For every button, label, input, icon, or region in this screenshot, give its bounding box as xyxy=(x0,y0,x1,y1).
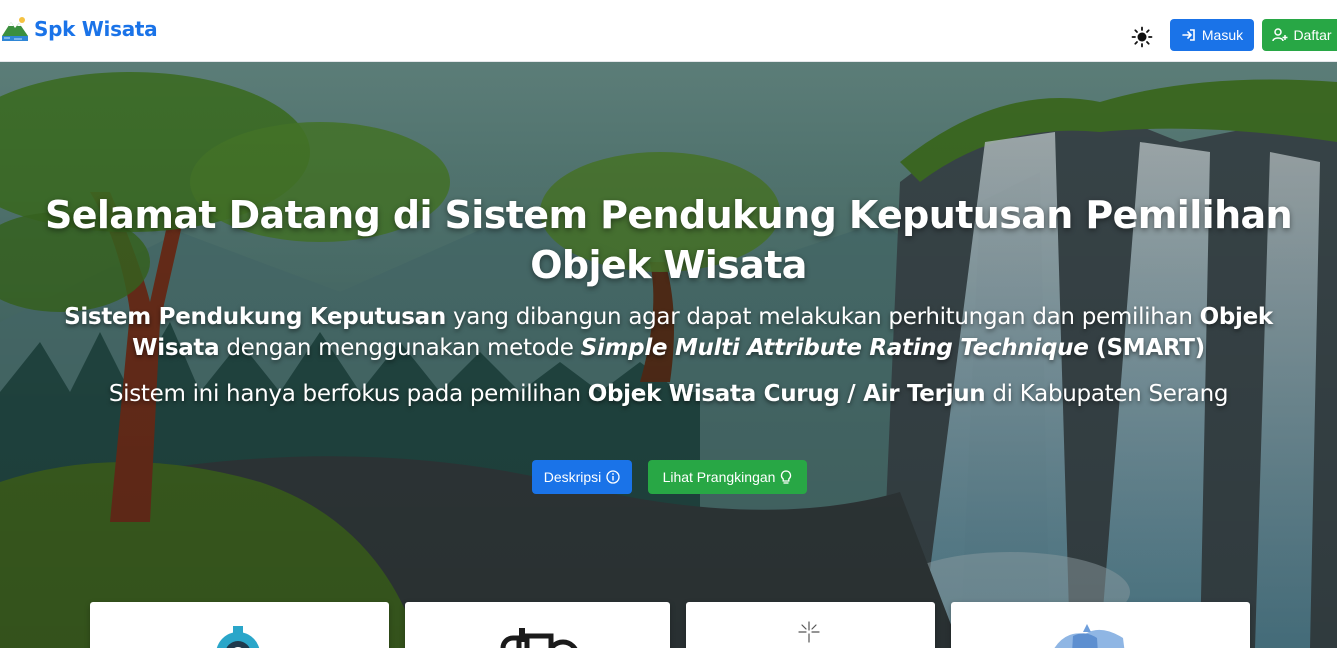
hero-focus-text-1: Sistem ini hanya berfokus pada pemilihan xyxy=(108,381,588,407)
lightbulb-icon xyxy=(781,469,792,484)
login-button[interactable]: Masuk xyxy=(1170,19,1254,51)
feature-card xyxy=(405,602,670,648)
sparkle-icon xyxy=(798,621,820,643)
info-circle-icon xyxy=(606,470,620,484)
sun-icon xyxy=(1131,26,1153,48)
user-plus-icon xyxy=(1272,28,1288,42)
hero-desc-method: Simple Multi Attribute Rating Technique xyxy=(580,335,1089,361)
binoculars-icon xyxy=(500,628,578,648)
register-label: Daftar xyxy=(1293,27,1332,43)
top-navbar: Spk Wisata Masuk Daftar xyxy=(0,0,1337,62)
theme-toggle-button[interactable] xyxy=(1131,26,1153,48)
login-label: Masuk xyxy=(1201,27,1244,43)
brand-name: Spk Wisata xyxy=(34,17,158,41)
feature-card xyxy=(686,602,935,648)
hero-focus-text: Sistem ini hanya berfokus pada pemilihan… xyxy=(50,379,1287,410)
view-ranking-label: Lihat Prangkingan xyxy=(662,469,776,485)
description-button[interactable]: Deskripsi xyxy=(532,460,632,494)
view-ranking-button[interactable]: Lihat Prangkingan xyxy=(648,460,807,494)
hero-desc-spk: Sistem Pendukung Keputusan xyxy=(64,304,446,330)
description-label: Deskripsi xyxy=(543,469,602,485)
register-button[interactable]: Daftar xyxy=(1262,19,1337,51)
waterfall-icon xyxy=(1054,624,1125,648)
hero-desc-smart: (SMART) xyxy=(1088,335,1205,361)
hero-desc-text-1: yang dibangun agar dapat melakukan perhi… xyxy=(445,304,1200,330)
brand-link[interactable]: Spk Wisata xyxy=(0,14,158,44)
hero-description: Sistem Pendukung Keputusan yang dibangun… xyxy=(50,302,1287,364)
feature-card xyxy=(90,602,389,648)
hero-title: Selamat Datang di Sistem Pendukung Keput… xyxy=(44,193,1293,287)
login-arrow-icon xyxy=(1182,29,1195,41)
hero-section: Selamat Datang di Sistem Pendukung Keput… xyxy=(0,62,1337,648)
hero-desc-text-2: dengan menggunakan metode xyxy=(219,335,581,361)
feature-card xyxy=(951,602,1250,648)
hero-focus-objek: Objek Wisata Curug / Air Terjun xyxy=(587,381,986,407)
hero-focus-text-2: di Kabupaten Serang xyxy=(985,381,1229,407)
gear-icon xyxy=(216,626,260,648)
mountain-lake-logo-icon xyxy=(2,17,28,41)
